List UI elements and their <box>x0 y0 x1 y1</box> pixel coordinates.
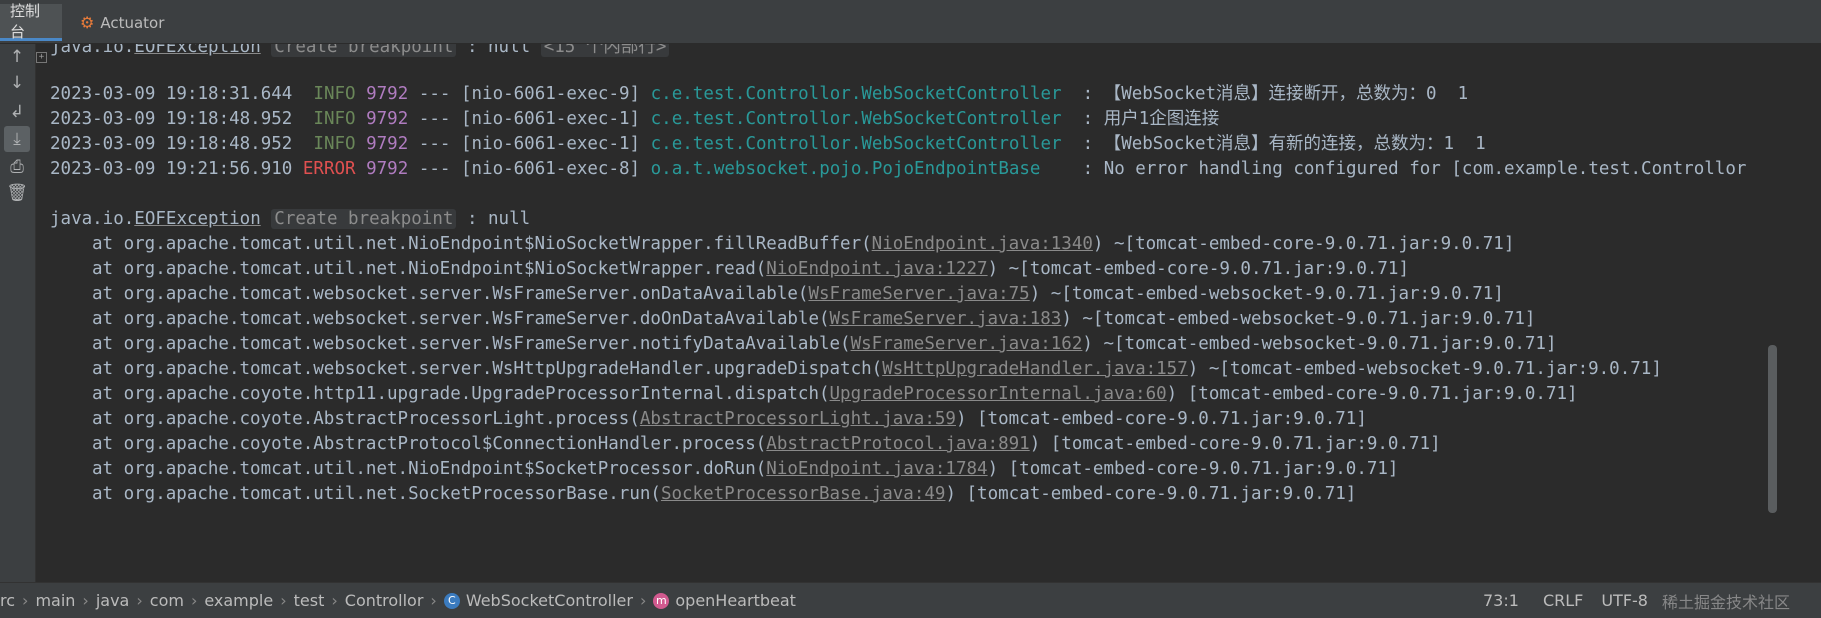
breadcrumb: rc › main › java › com › example › test › Cont… <box>0 583 796 618</box>
file-encoding[interactable]: UTF-8 <box>1601 591 1648 610</box>
print-icon[interactable]: ⎙ <box>4 154 30 180</box>
scroll-to-end-icon[interactable]: ⤓ <box>4 126 30 152</box>
vertical-scrollbar[interactable] <box>1768 345 1777 513</box>
tab-console[interactable]: 控制台 <box>0 2 62 41</box>
crumb-main[interactable]: main <box>35 591 75 610</box>
stack-frame: at org.apache.tomcat.util.net.NioEndpoin… <box>92 459 1399 479</box>
tab-actuator-label: Actuator <box>100 13 165 32</box>
chevron-right-icon: › <box>430 591 437 610</box>
crumb-test[interactable]: test <box>294 591 325 610</box>
source-link[interactable]: WsFrameServer.java:75 <box>808 284 1029 304</box>
chevron-right-icon: › <box>136 591 143 610</box>
source-link[interactable]: WsFrameServer.java:162 <box>851 334 1083 354</box>
chevron-right-icon: › <box>331 591 338 610</box>
log-line: 2023-03-09 19:18:48.952 INFO 9792 --- [n… <box>50 109 1220 129</box>
create-breakpoint-hint[interactable]: Create breakpoint <box>271 44 457 57</box>
folded-lines-hint[interactable]: <15 个内部行> <box>540 44 670 57</box>
chevron-right-icon: › <box>190 591 198 610</box>
log-line: 2023-03-09 19:18:31.644 INFO 9792 --- [n… <box>50 84 1469 104</box>
method-icon: m <box>653 592 670 609</box>
crumb-com[interactable]: com <box>150 591 184 610</box>
stack-frame: at org.apache.tomcat.websocket.server.Ws… <box>92 359 1662 379</box>
exception-line: java.io.EOFException Create breakpoint :… <box>50 209 531 229</box>
stack-frame: at org.apache.tomcat.websocket.server.Ws… <box>92 334 1557 354</box>
create-breakpoint-hint[interactable]: Create breakpoint <box>271 209 457 229</box>
stack-frame: at org.apache.coyote.http11.upgrade.Upgr… <box>92 384 1578 404</box>
chevron-right-icon: › <box>22 591 29 610</box>
stack-frame: at org.apache.tomcat.util.net.NioEndpoin… <box>92 259 1409 279</box>
chevron-right-icon: › <box>639 591 647 610</box>
down-arrow-icon[interactable]: ↓ <box>4 70 30 96</box>
exception-header-line: java.io.EOFException Create breakpoint :… <box>50 44 670 60</box>
crumb-controllor[interactable]: Controllor <box>345 591 424 610</box>
chevron-right-icon: › <box>82 591 89 610</box>
source-link[interactable]: SocketProcessorBase.java:49 <box>661 484 945 504</box>
stack-frame: at org.apache.coyote.AbstractProcessorLi… <box>92 409 1367 429</box>
soft-wrap-icon[interactable]: ↲ <box>4 99 30 125</box>
crumb-class[interactable]: WebSocketController <box>466 591 633 610</box>
up-arrow-icon[interactable]: ↑ <box>4 44 30 70</box>
source-link[interactable]: UpgradeProcessorInternal.java:60 <box>830 384 1167 404</box>
trash-icon[interactable]: 🗑 <box>4 180 30 206</box>
scrollbar-track <box>1776 44 1821 582</box>
crumb-java[interactable]: java <box>96 591 130 610</box>
exception-link[interactable]: EOFException <box>134 44 260 57</box>
stack-frame: at org.apache.tomcat.websocket.server.Ws… <box>92 309 1536 329</box>
source-link[interactable]: WsHttpUpgradeHandler.java:157 <box>882 359 1188 379</box>
stack-frame: at org.apache.tomcat.util.net.NioEndpoin… <box>92 234 1515 254</box>
source-link[interactable]: AbstractProtocol.java:891 <box>766 434 1029 454</box>
stack-frame: at org.apache.tomcat.websocket.server.Ws… <box>92 284 1504 304</box>
crumb-example[interactable]: example <box>204 591 273 610</box>
log-line: 2023-03-09 19:21:56.910 ERROR 9792 --- [… <box>50 159 1747 179</box>
source-link[interactable]: AbstractProcessorLight.java:59 <box>640 409 956 429</box>
log-line: 2023-03-09 19:18:48.952 INFO 9792 --- [n… <box>50 134 1486 154</box>
line-separator[interactable]: CRLF <box>1543 591 1583 610</box>
watermark: 稀土掘金技术社区 <box>1661 592 1790 612</box>
source-link[interactable]: NioEndpoint.java:1784 <box>766 459 987 479</box>
fold-toggle-icon[interactable]: + <box>36 52 47 63</box>
chevron-right-icon: › <box>280 591 287 610</box>
tab-console-label: 控制台 <box>10 2 41 41</box>
tab-actuator[interactable]: ⚙ Actuator <box>66 4 178 41</box>
stack-frame: at org.apache.coyote.AbstractProtocol$Co… <box>92 434 1441 454</box>
class-icon: C <box>443 592 460 609</box>
actuator-icon: ⚙ <box>80 13 95 32</box>
crumb-method[interactable]: openHeartbeat <box>675 591 796 610</box>
tool-window-tabbar: 控制台 ⚙ Actuator <box>0 0 1821 44</box>
source-link[interactable]: WsFrameServer.java:183 <box>830 309 1062 329</box>
status-right: 73:1 CRLF UTF-8 稀土掘金技术社区 <box>1483 583 1790 618</box>
caret-position[interactable]: 73:1 <box>1483 591 1519 610</box>
source-link[interactable]: NioEndpoint.java:1227 <box>766 259 987 279</box>
status-bar: rc › main › java › com › example › test › Cont… <box>0 582 1821 618</box>
exception-link[interactable]: EOFException <box>134 209 260 229</box>
stack-frame: at org.apache.tomcat.util.net.SocketProc… <box>92 484 1357 504</box>
crumb-rc[interactable]: rc <box>0 591 15 610</box>
source-link[interactable]: NioEndpoint.java:1340 <box>872 234 1093 254</box>
console-toolbar: ↑ ↓ ↲ ⤓ ⎙ 🗑 <box>0 44 36 582</box>
console-output[interactable]: + java.io.EOFException Create breakpoint… <box>36 44 1776 582</box>
